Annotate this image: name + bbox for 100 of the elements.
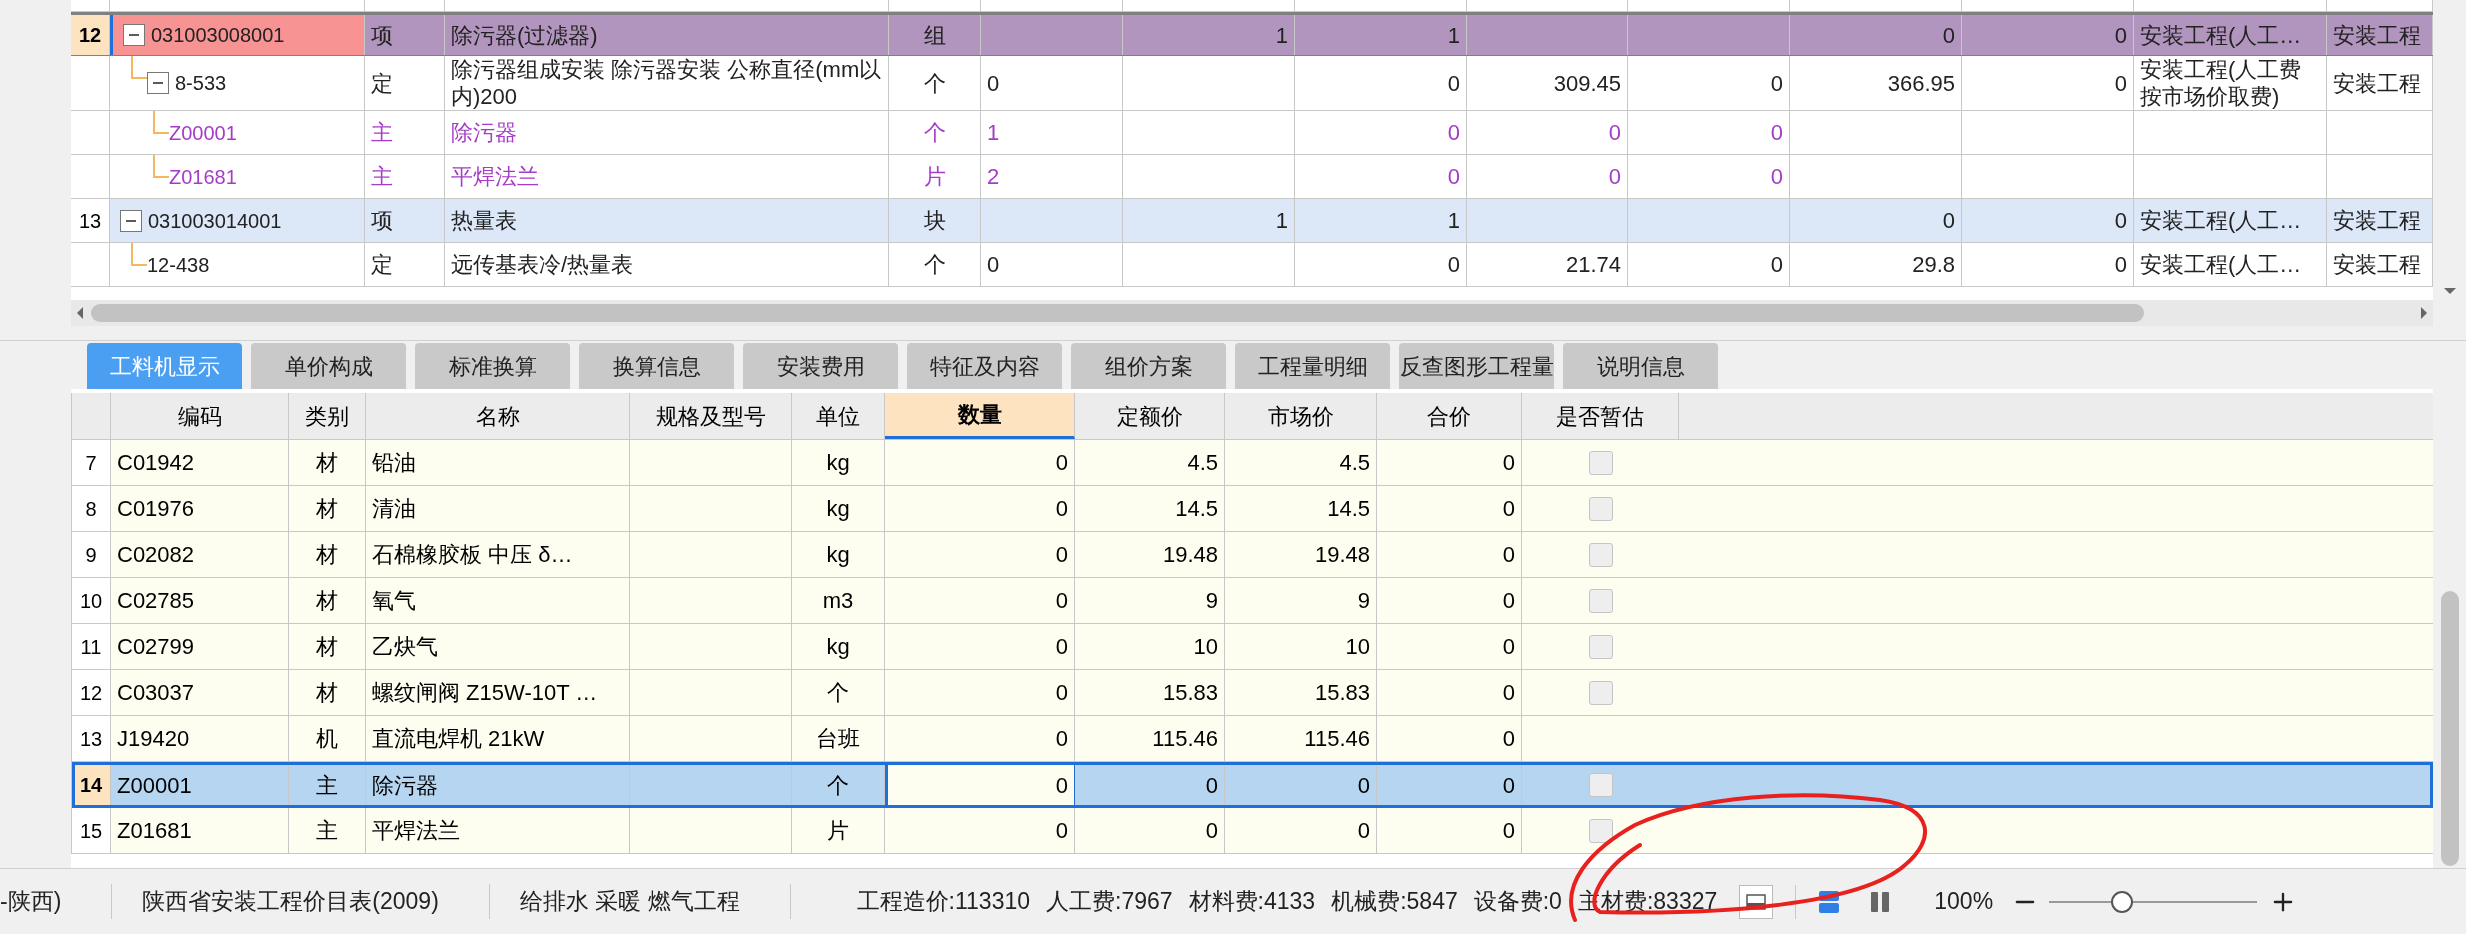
column-header[interactable]: 数量 [885,393,1075,439]
table-cell-text: kg [826,633,850,661]
table-cell: 21.74 [1565,251,1621,278]
table-cell: 0 [1770,163,1783,190]
column-header[interactable]: 名称 [366,393,630,439]
table-cell-text: Z00001 [117,771,192,800]
columns-icon[interactable] [1870,890,1891,913]
table-cell: 0 [1770,69,1783,97]
column-header[interactable]: 合价 [1377,393,1522,439]
table-cell-text: 14.5 [1327,495,1370,523]
table-cell-text: 材 [316,449,338,477]
table-cell: 除污器组成安装 除污器安装 公称直径(mm以内)200 [451,56,882,110]
table-cell: 除污器(过滤器) [451,21,598,49]
table-cell: 0 [1770,251,1783,278]
table-cell-text: 螺纹闸阀 Z15W-10T … [372,679,598,707]
table-cell-text: 个 [827,679,849,707]
column-header[interactable]: 是否暂估 [1522,393,1679,439]
table-cell-text: 0 [1357,817,1370,845]
tab[interactable]: 说明信息 [1563,343,1718,389]
column-header[interactable]: 规格及型号 [630,393,792,439]
scroll-left-icon[interactable] [75,306,85,320]
code-cell-text: 031003008001 [151,23,285,48]
cost-summary: 机械费:5847 [1331,887,1458,917]
table-cell-text: 14.5 [1175,495,1218,523]
tab[interactable]: 特征及内容 [907,343,1062,389]
table-cell-text: 安装工程(人工费按市场价取费) [2140,56,2303,110]
code-cell-text: 8-533 [175,71,227,96]
checkbox[interactable] [1588,496,1613,521]
table-cell-text: kg [826,495,850,523]
table-cell: 0 [1942,21,1955,49]
column-header[interactable]: 市场价 [1225,393,1377,439]
cost-summary: 工程造价:113310 [856,887,1031,917]
cost-summary: 材料费:4133 [1188,887,1316,917]
table-cell: 0 [1447,251,1460,278]
collapse-button[interactable] [147,72,169,94]
table-cell-text: 材 [316,495,338,523]
tree-connector [153,155,169,178]
checkbox[interactable] [1588,450,1613,475]
horizontal-scrollbar[interactable] [71,300,2433,326]
table-cell-text: m3 [822,587,854,615]
window-icon [1746,893,1767,910]
checkbox[interactable] [1588,680,1613,705]
table-cell: 个 [923,119,946,146]
table-cell-text: 0 [1502,541,1515,569]
table-cell-text: 9 [1357,587,1370,615]
checkbox[interactable] [1588,818,1613,843]
table-cell-text: 0 [1055,495,1068,523]
table-cell-text: 机 [316,725,338,753]
tab[interactable]: 标准换算 [415,343,570,389]
zoom-reading: 100% [1934,887,1994,917]
row-number: 13 [78,208,102,234]
table-cell-text: 19.48 [1162,541,1218,569]
column-header[interactable]: 类别 [289,393,366,439]
table-cell-text: 氧气 [372,587,416,615]
table-cell: 组 [923,21,946,49]
row-number: 14 [79,773,103,798]
table-cell-text: 15.83 [1162,679,1218,707]
collapse-button[interactable] [120,209,142,232]
table-cell-text: C02082 [117,541,195,569]
tree-connector [131,56,147,79]
tab[interactable]: 安装费用 [743,343,898,389]
table-cell-text: 0 [1055,541,1068,569]
row-number: 10 [79,588,103,614]
tab[interactable]: 单价构成 [251,343,406,389]
table-cell-text: 台班 [816,725,860,753]
table-cell: 1 [1275,21,1288,49]
scroll-right-icon[interactable] [2419,306,2429,320]
cost-summary: 设备费:0 [1473,887,1562,917]
tab[interactable]: 工程量明细 [1235,343,1390,389]
table-cell: 片 [923,163,946,190]
table-cell: 0 [1608,119,1621,146]
column-header[interactable]: 编码 [111,393,289,439]
table-cell-text: 清油 [372,495,416,523]
code-cell-text: Z01681 [169,164,237,190]
column-header[interactable]: 定额价 [1075,393,1225,439]
table-cell-text: J19420 [117,725,190,753]
table-cell-text: C03037 [117,679,195,707]
table-cell: 0 [2114,69,2127,97]
row-number: 12 [78,23,102,48]
collapse-button[interactable] [123,24,145,46]
checkbox[interactable] [1588,542,1613,567]
table-cell-text: 115.46 [1152,725,1218,753]
table-cell-text: 0 [1055,449,1068,477]
table-cell: 定 [371,251,393,278]
checkbox[interactable] [1588,634,1613,659]
table-cell: 块 [923,207,946,234]
slider-thumb[interactable] [2110,890,2133,913]
tab[interactable]: 换算信息 [579,343,734,389]
tab[interactable]: 反查图形工程量 [1399,343,1554,389]
checkbox[interactable] [1588,588,1613,613]
table-cell: 项 [371,207,393,234]
table-cell-text: 主 [316,817,338,845]
tab[interactable]: 组价方案 [1071,343,1226,389]
checkbox[interactable] [1588,773,1613,797]
scroll-down-icon[interactable] [2442,286,2457,296]
table-cell-text: 0 [1205,771,1218,800]
row-number: 7 [85,450,97,476]
status-segment: 陕西省安装工程价目表(2009) [112,884,490,919]
table-cell-text: 石棉橡胶板 中压 δ… [372,541,573,569]
layout-icon[interactable] [1818,889,1841,914]
